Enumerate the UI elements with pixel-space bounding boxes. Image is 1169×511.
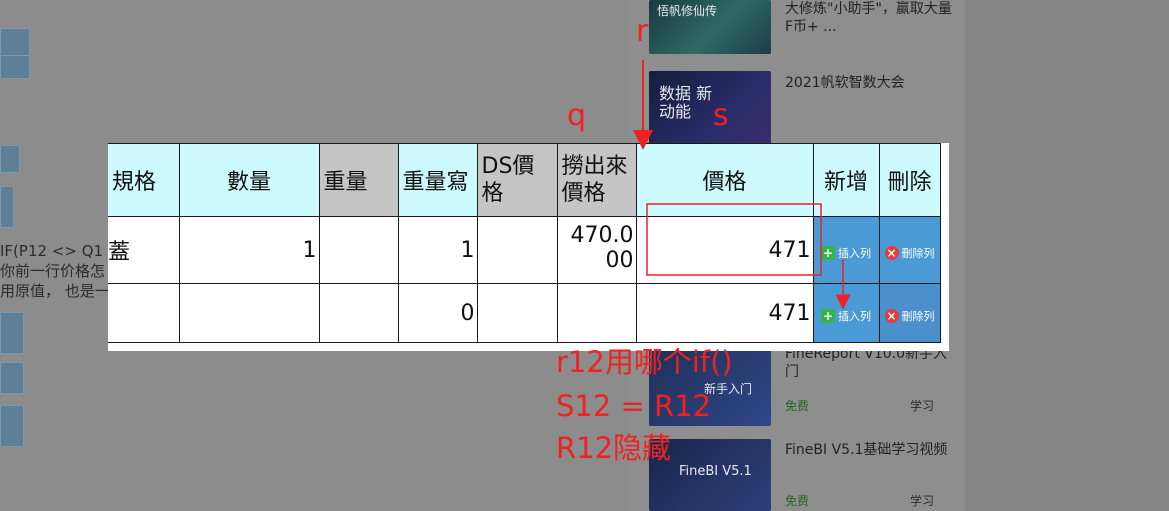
annotation-note: S12 = R12: [556, 389, 712, 423]
annotation-label-r: r: [636, 14, 649, 49]
annotation-label-q: q: [567, 98, 587, 133]
annotation-label-s: s: [713, 98, 729, 133]
annotation-highlight-box: [646, 203, 822, 276]
annotation-note: r12用哪个if(): [556, 345, 733, 379]
annotation-note: R12隐藏: [556, 431, 672, 465]
